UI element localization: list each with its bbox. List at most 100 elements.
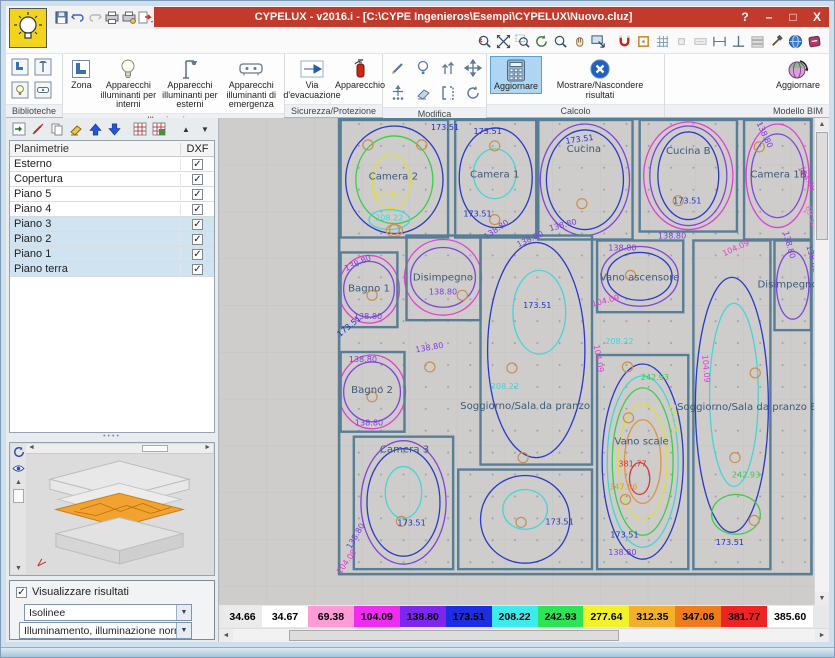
slider-thumb[interactable] bbox=[142, 445, 168, 452]
table-row[interactable]: Copertura✓ bbox=[10, 172, 214, 187]
scroll-left-arrow[interactable]: ◄ bbox=[219, 629, 233, 642]
dxf-checkbox[interactable]: ✓ bbox=[192, 189, 203, 200]
table-row[interactable]: Piano 3✓ bbox=[10, 217, 214, 232]
rotate-node-button[interactable] bbox=[411, 56, 435, 80]
copy-button[interactable] bbox=[49, 121, 65, 137]
reference-square-icon[interactable] bbox=[634, 32, 652, 50]
table-row[interactable]: Piano 4✓ bbox=[10, 202, 214, 217]
library-exterior-button[interactable] bbox=[32, 56, 54, 78]
preview-rotation-slider[interactable]: ◄ ► bbox=[26, 444, 213, 454]
grid-icon[interactable] bbox=[653, 32, 671, 50]
scroll-up-arrow[interactable]: ▲ bbox=[815, 118, 829, 131]
vertical-scrollbar[interactable]: ▲ ▼ bbox=[814, 118, 829, 605]
undo-button[interactable] bbox=[71, 9, 86, 25]
perpendicular-icon[interactable] bbox=[729, 32, 747, 50]
dxf-checkbox[interactable]: ✓ bbox=[192, 204, 203, 215]
zoom-extents-icon[interactable] bbox=[494, 32, 512, 50]
erase-button[interactable] bbox=[411, 81, 435, 105]
apparecchi-interni-button[interactable]: Apparecchi illuminanti per interni bbox=[99, 56, 158, 111]
aggiornare-bim-button[interactable]: Aggiornare bbox=[770, 56, 826, 92]
zoom-icon[interactable] bbox=[551, 32, 569, 50]
match-brackets-button[interactable] bbox=[436, 81, 460, 105]
zona-button[interactable]: Zona bbox=[66, 56, 97, 92]
apparecchi-esterni-button[interactable]: Apparecchi illuminanti per esterni bbox=[160, 56, 219, 111]
scroll-down-arrow[interactable]: ▼ bbox=[815, 592, 829, 605]
collapse-up-button[interactable]: ▲ bbox=[178, 121, 194, 137]
table-row[interactable]: Esterno✓ bbox=[10, 157, 214, 172]
manage-dxf-button[interactable] bbox=[151, 121, 167, 137]
import-dxf-button[interactable] bbox=[132, 121, 148, 137]
aggiornare-button[interactable]: Aggiornare bbox=[490, 56, 542, 94]
globe-icon[interactable] bbox=[786, 32, 804, 50]
dxf-checkbox[interactable]: ✓ bbox=[192, 249, 203, 260]
save-button[interactable] bbox=[54, 9, 69, 25]
eye-button[interactable] bbox=[12, 464, 25, 476]
print-button[interactable] bbox=[104, 9, 119, 25]
maximize-button[interactable]: □ bbox=[781, 10, 805, 24]
horizontal-scrollbar[interactable]: ◄ ► bbox=[219, 628, 829, 642]
chevron-down-icon[interactable]: ▼ bbox=[176, 623, 191, 638]
panel-splitter[interactable]: •••• bbox=[9, 434, 215, 441]
table-row[interactable]: Piano 2✓ bbox=[10, 232, 214, 247]
previous-view-icon[interactable] bbox=[589, 32, 607, 50]
help-button[interactable]: ? bbox=[733, 10, 757, 24]
slider-left-arrow[interactable]: ◄ bbox=[28, 444, 35, 451]
move-down-button[interactable] bbox=[106, 121, 122, 137]
scrollbar-thumb[interactable] bbox=[289, 630, 619, 641]
library-interior-button[interactable] bbox=[9, 79, 31, 101]
mostrare-nascondere-button[interactable]: Mostrare/Nascondere risultati bbox=[546, 56, 654, 101]
zoom-previous-icon[interactable] bbox=[475, 32, 493, 50]
app-menu-button[interactable] bbox=[9, 8, 47, 48]
dxf-checkbox[interactable]: ✓ bbox=[192, 159, 203, 170]
tools-icon[interactable] bbox=[767, 32, 785, 50]
zoom-in-small-button[interactable]: ▲ bbox=[15, 479, 22, 486]
via-evacuazione-button[interactable]: Via d'evacuazione bbox=[288, 56, 336, 101]
close-button[interactable]: X bbox=[805, 10, 829, 24]
zoom-window-icon[interactable] bbox=[513, 32, 531, 50]
preview-zoom-slider[interactable] bbox=[13, 489, 24, 503]
magnitude-dropdown[interactable]: Illuminamento, illuminazione normale ▼ bbox=[19, 622, 192, 639]
visualizzare-checkbox[interactable]: ✓ bbox=[16, 587, 27, 598]
preview-3d-canvas[interactable] bbox=[26, 455, 213, 574]
apparecchi-emergenza-button[interactable]: Apparecchi illuminanti di emergenza bbox=[222, 56, 281, 111]
minimize-button[interactable]: – bbox=[757, 10, 781, 24]
measure-icon[interactable] bbox=[710, 32, 728, 50]
titlebar[interactable]: CYPELUX - v2016.i - [C:\CYPE Ingenieros\… bbox=[154, 7, 829, 27]
floor-plan-canvas[interactable]: 173.51173.51173.51277.64208.22173.51138.… bbox=[219, 118, 814, 605]
rotate-button[interactable] bbox=[461, 81, 485, 105]
zoom-out-small-button[interactable]: ▼ bbox=[15, 565, 22, 572]
library-zones-button[interactable] bbox=[9, 56, 31, 78]
snap-magnet-icon[interactable] bbox=[615, 32, 633, 50]
move-up-button[interactable] bbox=[87, 121, 103, 137]
redraw-icon[interactable] bbox=[532, 32, 550, 50]
move-button[interactable] bbox=[461, 56, 485, 80]
move-node-button[interactable] bbox=[386, 81, 410, 105]
ortho-icon[interactable] bbox=[672, 32, 690, 50]
library-emergency-button[interactable] bbox=[32, 79, 54, 101]
help-book-icon[interactable] bbox=[805, 32, 823, 50]
print-setup-button[interactable] bbox=[121, 9, 136, 25]
scroll-right-arrow[interactable]: ► bbox=[815, 629, 829, 642]
table-row[interactable]: Piano 1✓ bbox=[10, 247, 214, 262]
table-row[interactable]: Piano 5✓ bbox=[10, 187, 214, 202]
split-button[interactable] bbox=[436, 56, 460, 80]
apparecchio-button[interactable]: Apparecchio bbox=[338, 56, 382, 92]
layers-icon[interactable] bbox=[748, 32, 766, 50]
chevron-down-icon[interactable]: ▼ bbox=[176, 605, 191, 620]
delete-button[interactable] bbox=[68, 121, 84, 137]
add-button[interactable] bbox=[11, 121, 27, 137]
dxf-checkbox[interactable]: ✓ bbox=[192, 174, 203, 185]
collapse-down-button[interactable]: ▼ bbox=[197, 121, 213, 137]
edit-button[interactable] bbox=[30, 121, 46, 137]
edit-pencil-button[interactable] bbox=[386, 56, 410, 80]
rotate-view-button[interactable] bbox=[13, 446, 25, 461]
pan-icon[interactable] bbox=[570, 32, 588, 50]
dxf-checkbox[interactable]: ✓ bbox=[192, 234, 203, 245]
dxf-checkbox[interactable]: ✓ bbox=[192, 219, 203, 230]
dimensions-icon[interactable] bbox=[691, 32, 709, 50]
slider-right-arrow[interactable]: ► bbox=[204, 444, 211, 451]
dxf-checkbox[interactable]: ✓ bbox=[192, 264, 203, 275]
export-button[interactable] bbox=[138, 9, 154, 25]
redo-button[interactable] bbox=[88, 9, 103, 25]
scrollbar-thumb[interactable] bbox=[816, 132, 828, 240]
